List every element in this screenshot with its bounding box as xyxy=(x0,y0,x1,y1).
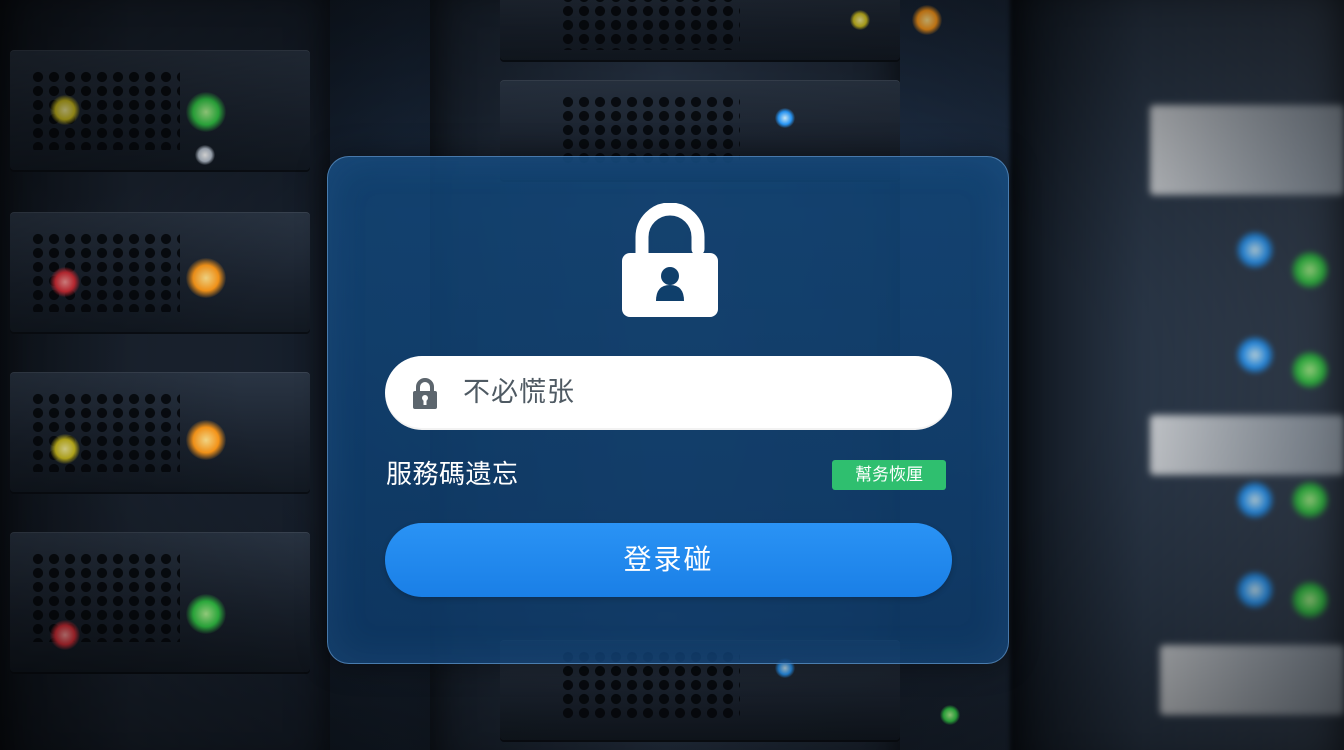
status-led xyxy=(195,145,215,165)
vent-grille xyxy=(30,392,180,472)
status-led xyxy=(775,108,795,128)
status-led xyxy=(940,705,960,725)
status-led xyxy=(850,10,870,30)
login-dialog: 不必慌张 服務碼遗忘 幫务恢厘 登录碰 xyxy=(327,156,1009,664)
status-led xyxy=(50,267,80,297)
light-panel xyxy=(1150,105,1344,195)
status-led xyxy=(1235,230,1275,270)
status-led xyxy=(1290,250,1330,290)
status-led xyxy=(186,92,226,132)
light-panel xyxy=(1160,645,1344,715)
server-unit xyxy=(10,372,310,492)
status-led xyxy=(50,620,80,650)
status-led xyxy=(1235,480,1275,520)
server-room-background: 不必慌张 服務碼遗忘 幫务恢厘 登录碰 xyxy=(0,0,1344,750)
server-unit xyxy=(500,0,942,60)
status-led xyxy=(50,95,80,125)
status-led xyxy=(186,420,226,460)
padlock-icon-graphic xyxy=(622,202,718,317)
status-led xyxy=(1290,350,1330,390)
login-button[interactable]: 登录碰 xyxy=(385,523,952,597)
lock-icon xyxy=(411,377,439,409)
server-unit xyxy=(10,50,310,170)
server-unit xyxy=(10,532,310,672)
status-led xyxy=(186,258,226,298)
server-unit xyxy=(10,212,310,332)
vent-grille xyxy=(560,95,740,165)
server-rack-left xyxy=(0,0,330,750)
status-led xyxy=(912,5,942,35)
vent-grille xyxy=(560,0,740,50)
light-panel xyxy=(1150,415,1344,475)
status-led xyxy=(1290,580,1330,620)
status-led xyxy=(186,594,226,634)
status-led xyxy=(1290,480,1330,520)
password-field[interactable]: 不必慌张 xyxy=(385,356,952,430)
padlock-icon xyxy=(620,202,720,319)
status-led xyxy=(50,434,80,464)
forgot-password-link[interactable]: 服務碼遗忘 xyxy=(386,457,519,493)
recovery-help-button[interactable]: 幫务恢厘 xyxy=(832,460,946,490)
status-led xyxy=(1235,570,1275,610)
password-field-value[interactable]: 不必慌张 xyxy=(463,374,575,412)
status-led xyxy=(1235,335,1275,375)
server-rack-right xyxy=(1010,0,1344,750)
